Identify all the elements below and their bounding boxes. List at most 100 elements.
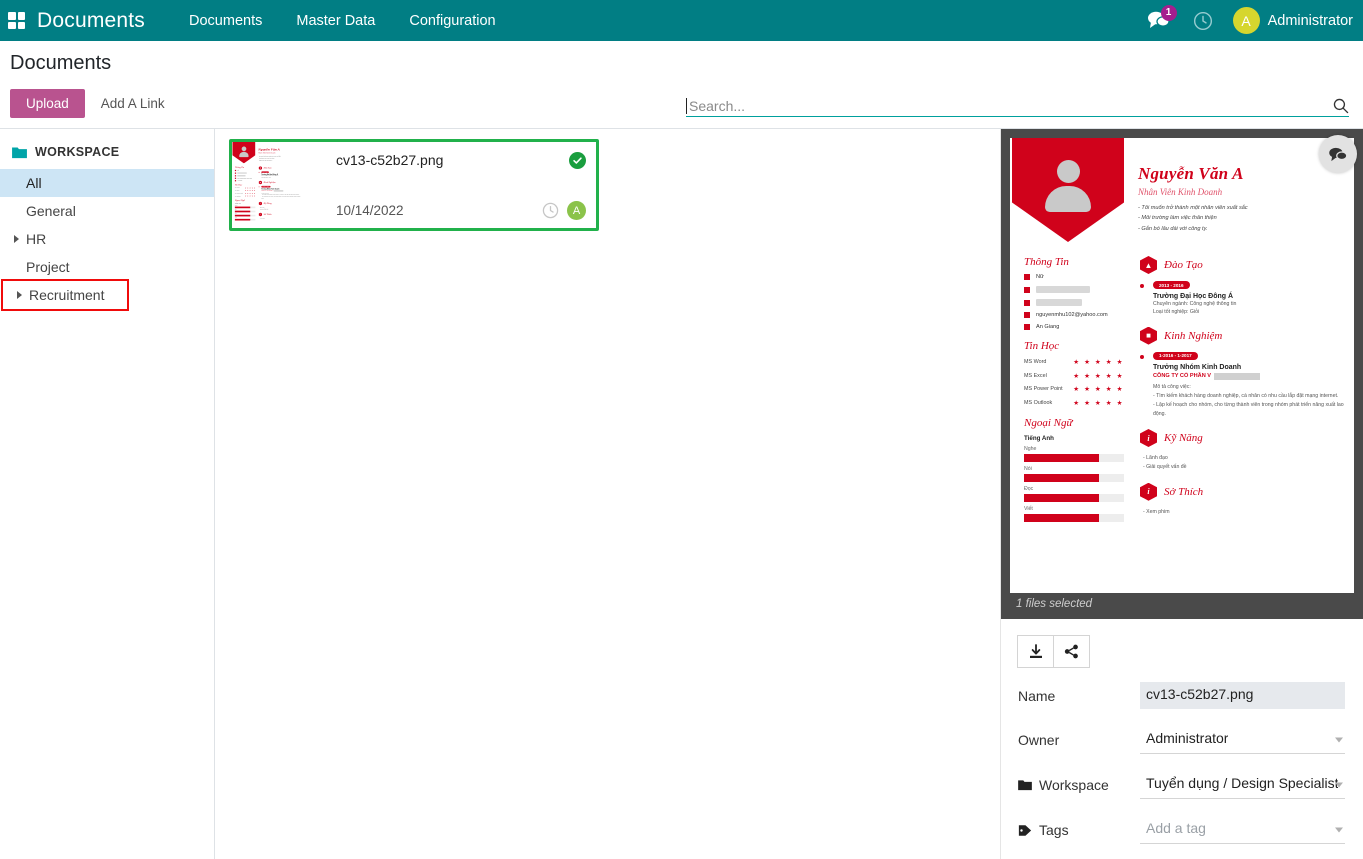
cv-skills-header: i Kỹ Năng: [1140, 429, 1344, 447]
cv-section-skills: Kỹ Năng: [1164, 432, 1203, 444]
cv-experience-description: Mô tả công việc: - Tìm kiếm khách hàng d…: [1153, 383, 1344, 419]
clock-icon[interactable]: [542, 202, 559, 219]
messages-button[interactable]: 1: [1147, 10, 1173, 32]
tags-field[interactable]: Add a tag: [1140, 816, 1345, 844]
cv-hobbies-header: i Sở Thích: [1140, 483, 1344, 501]
check-circle-icon[interactable]: [569, 152, 586, 169]
share-icon: [1064, 644, 1079, 659]
cv-education-line: Loại tốt nghiệp: Giỏi: [1153, 308, 1344, 316]
cv-it-skill-stars: ★ ★ ★ ★ ★: [1073, 372, 1124, 380]
cv-lang-bar-label: Nói: [1024, 466, 1124, 472]
workspace-header-label: WORKSPACE: [35, 145, 119, 159]
sidebar-item-all[interactable]: All: [0, 169, 214, 197]
phone-icon: [1024, 300, 1030, 306]
cv-photo-shield: [1012, 138, 1124, 242]
cv-desc-line: - Tìm kiếm khách hàng doanh nghiệp, cá n…: [1153, 392, 1344, 401]
owner-avatar[interactable]: A: [567, 201, 586, 220]
form-row-workspace: Workspace Tuyển dụng / Design Specialist: [1018, 771, 1345, 799]
owner-field[interactable]: Administrator: [1140, 726, 1345, 754]
cv-section-language: Ngoại Ngữ: [1024, 417, 1124, 429]
cv-section-experience: Kinh Nghiệm: [1164, 330, 1222, 342]
navbar-right-tools: 1 A Administrator: [1147, 7, 1353, 34]
cv-redacted-value: [1036, 299, 1082, 306]
cv-thumbnail-render: Nguyễn Văn A Nhân Viên Kinh Doanh - Tôi …: [232, 142, 303, 228]
sidebar-item-project[interactable]: Project: [0, 253, 214, 281]
cv-experience-company: CÔNG TY CỔ PHẦN V: [1153, 373, 1344, 380]
workspace-field[interactable]: Tuyển dụng / Design Specialist: [1140, 771, 1345, 799]
cv-experience-position: Trưởng Nhóm Kinh Doanh: [1153, 364, 1344, 371]
field-label-name: Name: [1018, 688, 1140, 704]
cv-redacted-value: [1036, 286, 1090, 293]
cv-skill-item: - Lãnh đạo: [1143, 454, 1344, 463]
cv-experience-header: ■ Kinh Nghiệm: [1140, 327, 1344, 345]
name-field-value: cv13-c52b27.png: [1146, 686, 1253, 702]
cv-objective-line: - Tôi muốn trở thành một nhân viên xuất …: [1138, 203, 1354, 213]
cv-left-column: Thông Tin Nữ: [1012, 246, 1132, 522]
menu-item-configuration[interactable]: Configuration: [409, 13, 495, 29]
add-a-link-button[interactable]: Add A Link: [97, 89, 169, 118]
cv-it-skill-name: MS Power Point: [1024, 386, 1063, 392]
cv-objective: - Gắn bó lâu dài với công ty.: [258, 160, 302, 162]
field-label-workspace: Workspace: [1018, 777, 1140, 793]
cv-section-it: Tin Học: [1024, 340, 1124, 352]
document-preview: Nguyễn Văn A Nhân Viên Kinh Doanh - Tôi …: [1001, 129, 1363, 619]
sidebar-item-label: All: [26, 175, 42, 191]
cv-experience-period: 1-2016 - 1-2017: [1153, 352, 1198, 360]
cv-education-entry: 2013 - 2016 Trường Đại Học Đông Á Chuyên…: [1140, 281, 1344, 317]
sidebar-item-recruitment[interactable]: Recruitment: [3, 281, 127, 309]
chevron-down-icon[interactable]: [1335, 782, 1343, 787]
document-thumbnail: Nguyễn Văn A Nhân Viên Kinh Doanh - Tôi …: [232, 142, 324, 228]
app-brand-title[interactable]: Documents: [37, 9, 145, 33]
pin-icon: [1024, 324, 1030, 330]
form-row-owner: Owner Administrator: [1018, 726, 1345, 754]
document-card[interactable]: Nguyễn Văn A Nhân Viên Kinh Doanh - Tôi …: [229, 139, 599, 231]
expand-caret-icon[interactable]: [17, 291, 22, 299]
cv-contact-row: [1024, 299, 1124, 306]
folder-icon: [12, 146, 27, 159]
cv-education-school: Trường Đại Học Đông Á: [1153, 293, 1344, 300]
cv-section-hobbies: Sở Thích: [1164, 486, 1203, 498]
cv-skill-item: - Giải quyết vấn đề: [1143, 463, 1344, 472]
magnifier-icon[interactable]: [1332, 97, 1349, 114]
expand-caret-icon[interactable]: [14, 235, 19, 243]
cv-candidate-name: Nguyễn Văn A: [1138, 164, 1354, 184]
name-field[interactable]: cv13-c52b27.png: [1140, 682, 1345, 709]
cv-name: Nguyễn Văn A: [258, 147, 302, 151]
form-row-tags: Tags Add a tag: [1018, 816, 1345, 844]
cv-it-skill-stars: ★ ★ ★ ★ ★: [1073, 399, 1124, 407]
upload-button[interactable]: Upload: [10, 89, 85, 118]
cv-it-skill-stars: ★ ★ ★ ★ ★: [1073, 358, 1124, 366]
chevron-down-icon[interactable]: [1335, 737, 1343, 742]
chat-bubble-icon[interactable]: [1319, 135, 1357, 173]
workspace-field-value: Tuyển dụng / Design Specialist: [1146, 775, 1338, 791]
cv-role: Nhân Viên Kinh Doanh: [258, 152, 302, 154]
search-input[interactable]: [686, 98, 1332, 114]
menu-item-master-data[interactable]: Master Data: [296, 13, 375, 29]
cv-it-skill-row: MS Outlook ★ ★ ★ ★ ★: [1024, 399, 1124, 407]
main-menu: Documents Master Data Configuration: [189, 13, 496, 29]
download-icon: [1028, 644, 1044, 660]
share-button[interactable]: [1053, 635, 1090, 668]
info-icon: i: [1140, 483, 1157, 501]
info-icon: i: [1140, 429, 1157, 447]
field-label-tags: Tags: [1018, 822, 1140, 838]
tags-field-placeholder: Add a tag: [1146, 820, 1206, 836]
messages-count-badge: 1: [1161, 5, 1177, 21]
cv-info-title: Thông Tin: [235, 166, 256, 168]
clock-icon[interactable]: [1193, 11, 1213, 31]
chevron-down-icon[interactable]: [1335, 827, 1343, 832]
cv-objective-line: - Gắn bó lâu dài với công ty.: [1138, 224, 1354, 234]
menu-item-documents[interactable]: Documents: [189, 13, 262, 29]
cv-contact-row: Nữ: [1024, 274, 1124, 280]
cv-it-skill-name: MS Excel: [1024, 373, 1047, 379]
sidebar-item-general[interactable]: General: [0, 197, 214, 225]
search-box[interactable]: [686, 97, 1349, 117]
sidebar-item-hr[interactable]: HR: [0, 225, 214, 253]
top-navbar: Documents Documents Master Data Configur…: [0, 0, 1363, 41]
cv-preview-page[interactable]: Nguyễn Văn A Nhân Viên Kinh Doanh - Tôi …: [1010, 138, 1354, 593]
cv-section-education: Đào Tạo: [1164, 259, 1203, 271]
apps-grid-icon[interactable]: [8, 12, 25, 29]
download-button[interactable]: [1017, 635, 1054, 668]
user-menu[interactable]: A Administrator: [1233, 7, 1353, 34]
main-area: WORKSPACE All General HR Project Recruit…: [0, 129, 1363, 859]
